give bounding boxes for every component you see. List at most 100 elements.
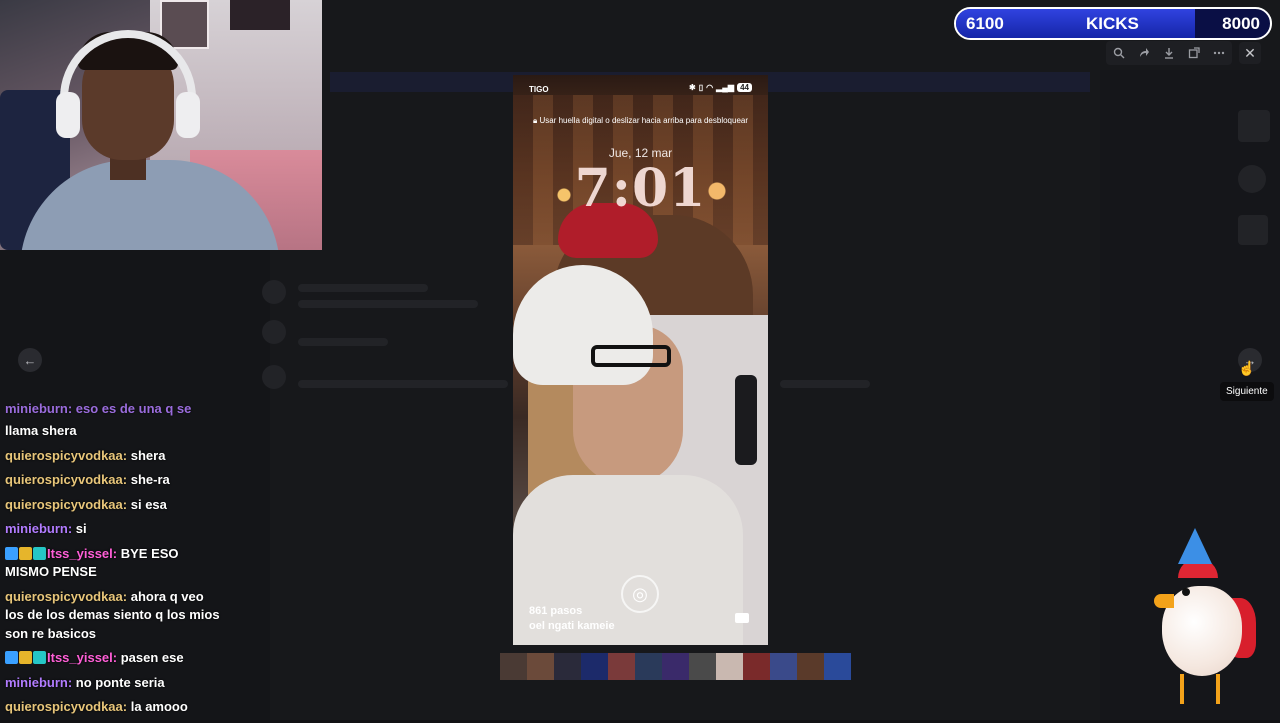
- chicken-mascot: [1148, 528, 1258, 710]
- chat-text: la amooo: [130, 699, 188, 714]
- more-icon[interactable]: [1210, 44, 1228, 62]
- phone-lockscreen-image: TIGO ✱ ▯ ◠ ▂▄▆ 44 🔒︎ Usar huella digital…: [513, 75, 768, 645]
- chat-message: minieburn: no ponte seria: [5, 674, 220, 693]
- crown-badge-icon: [19, 651, 32, 664]
- chat-message: Itss_yissel: BYE ESO MISMO PENSE: [5, 545, 220, 582]
- background-avatar: [1238, 165, 1266, 193]
- party-hat-icon: [1178, 528, 1212, 564]
- webcam-poster: [230, 0, 290, 30]
- chat-message: quierospicyvodkaa: si esa: [5, 496, 220, 515]
- download-icon[interactable]: [1160, 44, 1178, 62]
- camera-icon: [735, 613, 749, 623]
- webcam-feed: [0, 0, 322, 250]
- image-thumbnail[interactable]: [608, 653, 635, 680]
- chat-text: pasen ese: [120, 650, 184, 665]
- previous-image-button[interactable]: ←: [18, 348, 42, 372]
- chat-message: quierospicyvodkaa: ahora q veo los de lo…: [5, 588, 220, 644]
- chicken-beak: [1154, 594, 1174, 608]
- chat-message-partial: minieburn: eso es de una q se: [5, 401, 192, 416]
- background-text-line: [298, 300, 478, 308]
- image-thumbnail[interactable]: [635, 653, 662, 680]
- chicken-eye: [1182, 588, 1190, 596]
- image-thumbnail[interactable]: [743, 653, 770, 680]
- image-thumbnail[interactable]: [716, 653, 743, 680]
- chat-username[interactable]: Itss_yissel:: [47, 546, 117, 561]
- carrier-label: TIGO: [529, 85, 549, 94]
- headphone-cup-right: [176, 92, 200, 138]
- kicks-goal: 8000: [1222, 14, 1260, 33]
- arrow-badge-icon: [5, 546, 18, 560]
- lockscreen-clock: 7:01: [574, 158, 707, 219]
- chat-text: si: [75, 521, 87, 536]
- glasses: [591, 345, 671, 367]
- held-phone: [735, 375, 757, 465]
- background-avatar: [262, 280, 286, 304]
- image-viewer-toolbar: [1106, 41, 1232, 65]
- image-thumbnail[interactable]: [554, 653, 581, 680]
- unlock-hint-text: Usar huella digital o deslizar hacia arr…: [539, 116, 749, 125]
- chicken-legs: [1180, 674, 1220, 704]
- chat-text: she-ra: [130, 472, 170, 487]
- next-tooltip: Siguiente: [1220, 382, 1274, 401]
- kicks-label: KICKS: [1086, 14, 1139, 33]
- phone-status-bar: TIGO ✱ ▯ ◠ ▂▄▆ 44: [529, 83, 752, 97]
- chat-message: quierospicyvodkaa: shera: [5, 447, 220, 466]
- arrow-left-icon: ←: [23, 352, 37, 368]
- chat-username[interactable]: quierospicyvodkaa:: [5, 472, 127, 487]
- chat-text: shera: [130, 447, 166, 463]
- zoom-icon[interactable]: [1110, 44, 1128, 62]
- forward-icon[interactable]: [1135, 44, 1153, 62]
- chat-text: si esa: [130, 496, 167, 512]
- vibrate-icon: ▯: [698, 83, 704, 92]
- arrow-badge-icon: [5, 651, 18, 664]
- signal-icon: ▂▄▆: [716, 83, 735, 92]
- background-text-line: [298, 284, 428, 292]
- chat-username[interactable]: quierospicyvodkaa:: [5, 497, 127, 512]
- background-text-line: [298, 380, 508, 388]
- background-avatar: [262, 365, 286, 389]
- image-thumbnail-strip: [500, 653, 851, 680]
- image-thumbnail[interactable]: [770, 653, 797, 680]
- gift-badge-icon: [33, 651, 46, 664]
- image-thumbnail[interactable]: [581, 653, 608, 680]
- close-viewer-button[interactable]: ✕: [1239, 42, 1261, 64]
- chat-username[interactable]: quierospicyvodkaa:: [5, 448, 127, 463]
- image-thumbnail[interactable]: [500, 653, 527, 680]
- kicks-goal-bar: 6100 KICKS 8000: [954, 7, 1272, 40]
- chat-message: llama shera: [5, 422, 220, 441]
- chat-username[interactable]: quierospicyvodkaa:: [5, 589, 127, 604]
- battery-icon: 44: [737, 83, 752, 92]
- headphone-cup-left: [56, 92, 80, 138]
- image-thumbnail[interactable]: [824, 653, 851, 680]
- bluetooth-icon: ✱: [689, 83, 696, 92]
- background-text-line: [298, 338, 388, 346]
- image-thumbnail[interactable]: [797, 653, 824, 680]
- background-text-line: [780, 380, 870, 388]
- chat-username[interactable]: minieburn:: [5, 675, 72, 690]
- chat-message: quierospicyvodkaa: she-ra: [5, 471, 220, 490]
- stream-chat: minieburn: eso es de una q se llama sher…: [5, 400, 220, 723]
- fingerprint-icon: ◎: [621, 575, 659, 613]
- background-avatar: [262, 320, 286, 344]
- crown-badge-icon: [19, 546, 32, 560]
- background-thumbnail: [1238, 110, 1270, 142]
- chat-text: llama shera: [5, 423, 77, 438]
- step-counter: 861 pasos: [529, 605, 583, 617]
- chat-username[interactable]: quierospicyvodkaa:: [5, 699, 127, 714]
- now-playing: oel ngati kameie: [529, 620, 615, 632]
- image-thumbnail[interactable]: [527, 653, 554, 680]
- wifi-icon: ◠: [706, 83, 714, 92]
- chat-message: quierospicyvodkaa: la amooo: [5, 698, 220, 717]
- gift-badge-icon: [33, 546, 46, 560]
- image-thumbnail[interactable]: [689, 653, 716, 680]
- chat-username[interactable]: Itss_yissel:: [47, 650, 117, 665]
- chat-text: no ponte seria: [75, 674, 165, 690]
- chat-message: Itss_yissel: pasen ese: [5, 649, 220, 668]
- chat-username[interactable]: minieburn:: [5, 521, 72, 536]
- unlock-hint: 🔒︎ Usar huella digital o deslizar hacia …: [513, 116, 768, 126]
- open-external-icon[interactable]: [1185, 44, 1203, 62]
- status-icons: ✱ ▯ ◠ ▂▄▆ 44: [689, 83, 752, 92]
- chicken-body: [1162, 586, 1242, 676]
- image-thumbnail[interactable]: [662, 653, 689, 680]
- hand-cursor-icon: ☝: [1238, 360, 1256, 376]
